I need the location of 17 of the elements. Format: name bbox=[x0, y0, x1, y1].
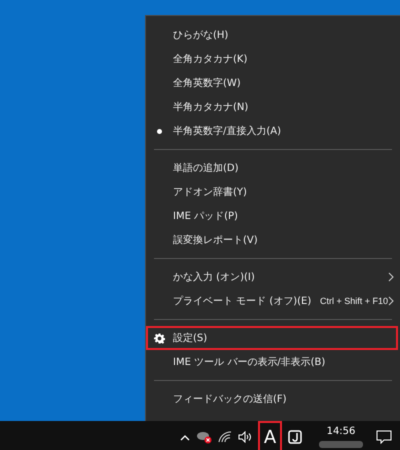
menu-item[interactable]: ひらがな(H) bbox=[146, 23, 398, 47]
menu-item[interactable]: 全角カタカナ(K) bbox=[146, 47, 398, 71]
menu-item[interactable]: フィードバックの送信(F) bbox=[146, 387, 398, 411]
ime-mode-button[interactable]: A bbox=[258, 421, 282, 450]
menu-item[interactable]: アドオン辞書(Y) bbox=[146, 180, 398, 204]
menu-item[interactable]: 半角英数字/直接入力(A) bbox=[146, 119, 398, 143]
menu-item[interactable]: 半角カタカナ(N) bbox=[146, 95, 398, 119]
menu-item[interactable]: かな入力 (オン)(I) bbox=[146, 265, 398, 289]
menu-item[interactable]: IME パッド(P) bbox=[146, 204, 398, 228]
clock-time[interactable]: 14:56 bbox=[326, 426, 356, 437]
menu-item[interactable]: 全角英数字(W) bbox=[146, 71, 398, 95]
menu-item[interactable]: プライベート モード (オフ)(E) Ctrl + Shift + F10 bbox=[146, 289, 398, 313]
menu-item[interactable]: IME ツール バーの表示/非表示(B) bbox=[146, 350, 398, 374]
menu-item[interactable]: 単語の追加(D) bbox=[146, 156, 398, 180]
shortcut-text: Ctrl + Shift + F10 bbox=[320, 296, 388, 306]
menu-item[interactable]: 誤変換レポート(V) bbox=[146, 228, 398, 252]
menu-item[interactable]: 設定(S) bbox=[146, 326, 398, 350]
